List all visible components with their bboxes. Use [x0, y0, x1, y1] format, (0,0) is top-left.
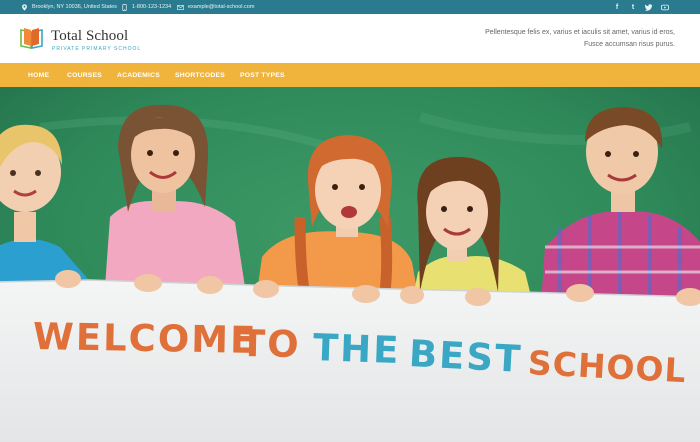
banner-word-school: SCHOOL: [526, 343, 688, 391]
site-header: Total School PRIVATE PRIMARY SCHOOL Pell…: [0, 14, 700, 63]
site-tagline: PRIVATE PRIMARY SCHOOL: [52, 46, 142, 52]
phone-icon: [122, 3, 127, 11]
top-bar: Brooklyn, NY 10036, United States 1-800-…: [0, 0, 700, 14]
banner-headline: WELCOME TO THE BEST SCHOOL: [0, 87, 700, 390]
nav-item-courses[interactable]: COURSES: [67, 63, 102, 87]
banner-word-to: TO: [239, 322, 302, 367]
banner-word-the: THE: [312, 326, 402, 373]
phone-text[interactable]: 1-800-123-1234: [132, 4, 171, 10]
facebook-icon[interactable]: f: [613, 3, 621, 11]
nav-item-home[interactable]: HOME: [28, 63, 49, 87]
youtube-icon[interactable]: [661, 3, 669, 11]
nav-item-post-types[interactable]: POST TYPES: [240, 63, 285, 87]
email-item[interactable]: example@total-school.com: [177, 0, 254, 14]
location-pin-icon: [22, 3, 27, 11]
nav-item-shortcodes[interactable]: SHORTCODES: [175, 63, 225, 87]
banner-word-best: BEST: [407, 332, 524, 381]
main-navigation: HOME COURSES ACADEMICS SHORTCODES POST T…: [0, 63, 700, 87]
site-title[interactable]: Total School: [51, 28, 128, 45]
address-text: Brooklyn, NY 10036, United States: [32, 4, 117, 10]
envelope-icon: [177, 4, 184, 10]
banner-word-welcome: WELCOME: [32, 315, 258, 362]
address-item: Brooklyn, NY 10036, United States: [21, 0, 117, 14]
header-description: Pellentesque felis ex, varius et iaculis…: [485, 29, 675, 48]
book-logo-icon[interactable]: [19, 27, 44, 50]
tumblr-icon[interactable]: t: [629, 3, 637, 11]
hero-slider: WELCOME TO THE BEST SCHOOL: [0, 87, 700, 442]
phone-item[interactable]: 1-800-123-1234: [121, 0, 171, 14]
twitter-icon[interactable]: [645, 3, 653, 11]
email-text[interactable]: example@total-school.com: [188, 4, 254, 10]
nav-item-academics[interactable]: ACADEMICS: [117, 63, 160, 87]
